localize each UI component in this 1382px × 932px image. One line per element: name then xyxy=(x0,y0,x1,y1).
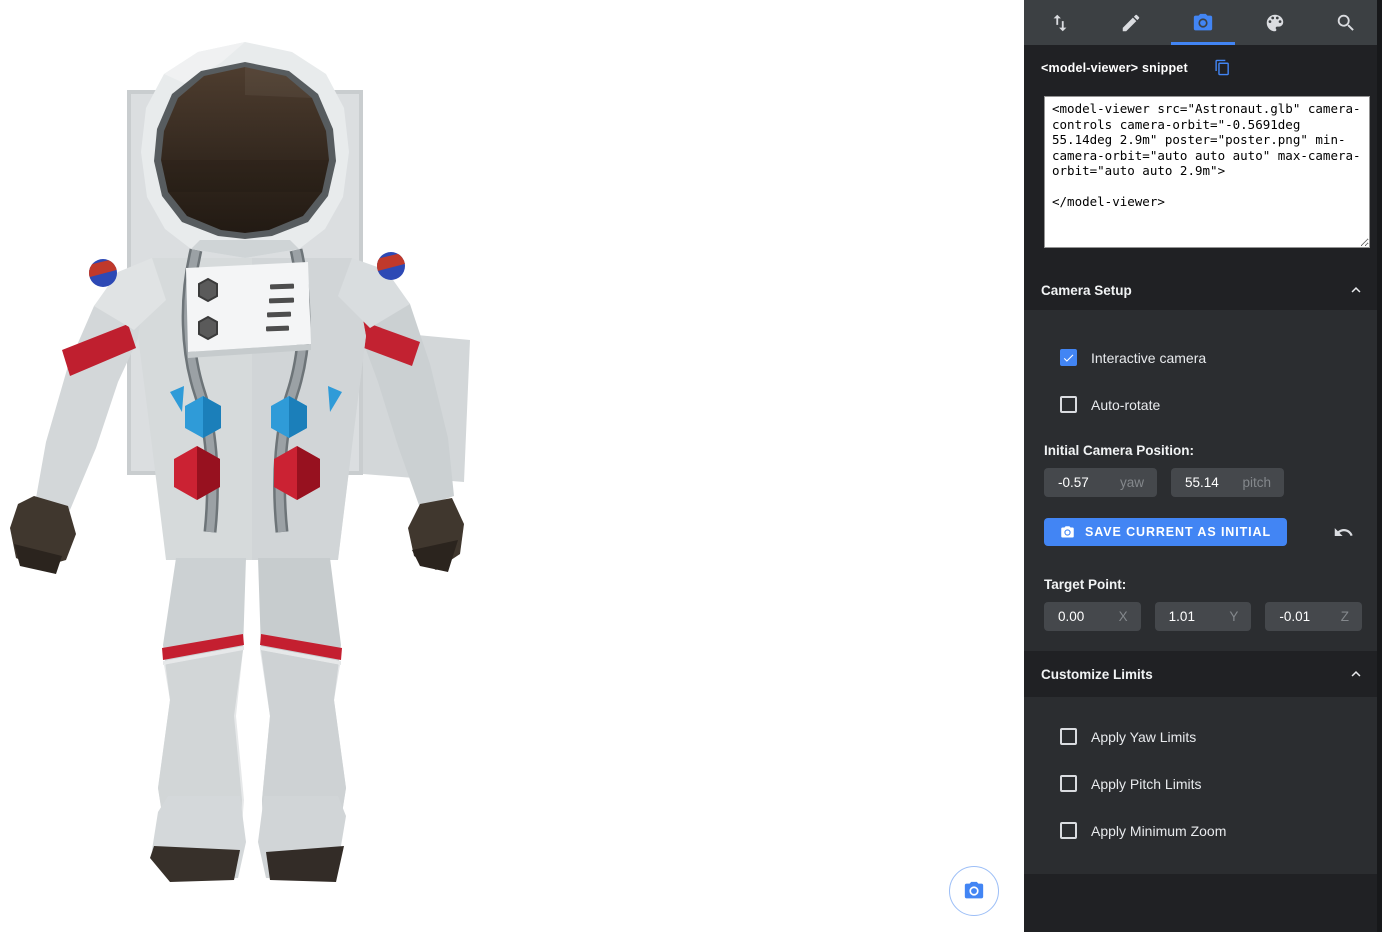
yaw-input[interactable] xyxy=(1044,475,1102,490)
section-title: Customize Limits xyxy=(1041,667,1153,682)
save-current-as-initial-button[interactable]: SAVE CURRENT AS INITIAL xyxy=(1044,518,1287,546)
search-icon xyxy=(1335,12,1357,34)
yaw-suffix: yaw xyxy=(1120,475,1157,490)
interactive-camera-checkbox[interactable] xyxy=(1060,349,1077,366)
target-x-suffix: X xyxy=(1119,609,1141,624)
target-x-input[interactable] xyxy=(1044,609,1102,624)
snippet-title: <model-viewer> snippet xyxy=(1041,61,1188,75)
download-poster-fab[interactable] xyxy=(949,866,999,916)
section-header-customize-limits[interactable]: Customize Limits xyxy=(1024,651,1382,697)
save-button-label: SAVE CURRENT AS INITIAL xyxy=(1085,525,1271,539)
save-row: SAVE CURRENT AS INITIAL xyxy=(1044,518,1362,546)
pitch-field[interactable]: pitch xyxy=(1171,468,1284,497)
edit-icon xyxy=(1120,12,1142,34)
tab-camera[interactable] xyxy=(1167,0,1239,45)
initial-camera-position-label: Initial Camera Position: xyxy=(1044,443,1362,458)
yaw-field[interactable]: yaw xyxy=(1044,468,1157,497)
snippet-code-textarea[interactable]: <model-viewer src="Astronaut.glb" camera… xyxy=(1044,96,1370,248)
apply-minimum-zoom-checkbox-row[interactable]: Apply Minimum Zoom xyxy=(1060,822,1362,839)
checkbox-label: Auto-rotate xyxy=(1091,397,1160,413)
target-z-suffix: Z xyxy=(1341,609,1362,624)
check-icon xyxy=(1062,351,1075,365)
palette-icon xyxy=(1264,12,1286,34)
target-y-suffix: Y xyxy=(1229,609,1251,624)
target-z-field[interactable]: Z xyxy=(1265,602,1362,631)
panel-scrollbar[interactable] xyxy=(1377,0,1382,932)
panel-toolbar xyxy=(1024,0,1382,45)
pitch-suffix: pitch xyxy=(1242,475,1284,490)
checkbox-label: Interactive camera xyxy=(1091,350,1206,366)
target-y-field[interactable]: Y xyxy=(1155,602,1252,631)
swap-vert-icon xyxy=(1049,12,1071,34)
apply-pitch-limits-checkbox-row[interactable]: Apply Pitch Limits xyxy=(1060,775,1362,792)
tab-materials[interactable] xyxy=(1239,0,1311,45)
auto-rotate-checkbox-row[interactable]: Auto-rotate xyxy=(1060,396,1362,413)
section-title: Camera Setup xyxy=(1041,283,1132,298)
auto-rotate-checkbox[interactable] xyxy=(1060,396,1077,413)
checkbox-label: Apply Pitch Limits xyxy=(1091,776,1201,792)
target-y-input[interactable] xyxy=(1155,609,1213,624)
editor-side-panel: <model-viewer> snippet <model-viewer src… xyxy=(1024,0,1382,932)
tab-inspector[interactable] xyxy=(1310,0,1382,45)
checkbox-label: Apply Minimum Zoom xyxy=(1091,823,1226,839)
apply-pitch-limits-checkbox[interactable] xyxy=(1060,775,1077,792)
checkbox-label: Apply Yaw Limits xyxy=(1091,729,1196,745)
apply-minimum-zoom-checkbox[interactable] xyxy=(1060,822,1077,839)
astronaut-model[interactable] xyxy=(0,0,512,932)
target-point-label: Target Point: xyxy=(1044,577,1362,592)
camera-icon xyxy=(963,880,985,902)
chevron-up-icon[interactable] xyxy=(1347,665,1365,683)
target-x-field[interactable]: X xyxy=(1044,602,1141,631)
customize-limits-body: Apply Yaw Limits Apply Pitch Limits Appl… xyxy=(1024,697,1382,874)
apply-yaw-limits-checkbox-row[interactable]: Apply Yaw Limits xyxy=(1060,728,1362,745)
snippet-header: <model-viewer> snippet xyxy=(1024,45,1382,76)
camera-icon xyxy=(1192,12,1214,34)
camera-setup-body: Interactive camera Auto-rotate Initial C… xyxy=(1024,310,1382,651)
undo-icon xyxy=(1333,522,1354,543)
apply-yaw-limits-checkbox[interactable] xyxy=(1060,728,1077,745)
tab-import-export[interactable] xyxy=(1024,0,1096,45)
camera-icon xyxy=(1060,525,1075,540)
target-point-inputs: X Y Z xyxy=(1044,602,1362,631)
section-header-camera-setup[interactable]: Camera Setup xyxy=(1024,270,1382,310)
content-copy-icon xyxy=(1214,59,1231,76)
model-viewport[interactable] xyxy=(0,0,1024,932)
interactive-camera-checkbox-row[interactable]: Interactive camera xyxy=(1060,349,1362,366)
target-z-input[interactable] xyxy=(1265,609,1323,624)
undo-button[interactable] xyxy=(1333,522,1354,543)
pitch-input[interactable] xyxy=(1171,475,1229,490)
tab-edit[interactable] xyxy=(1096,0,1168,45)
copy-snippet-button[interactable] xyxy=(1214,59,1231,76)
chevron-up-icon[interactable] xyxy=(1347,281,1365,299)
initial-position-inputs: yaw pitch xyxy=(1044,468,1362,497)
